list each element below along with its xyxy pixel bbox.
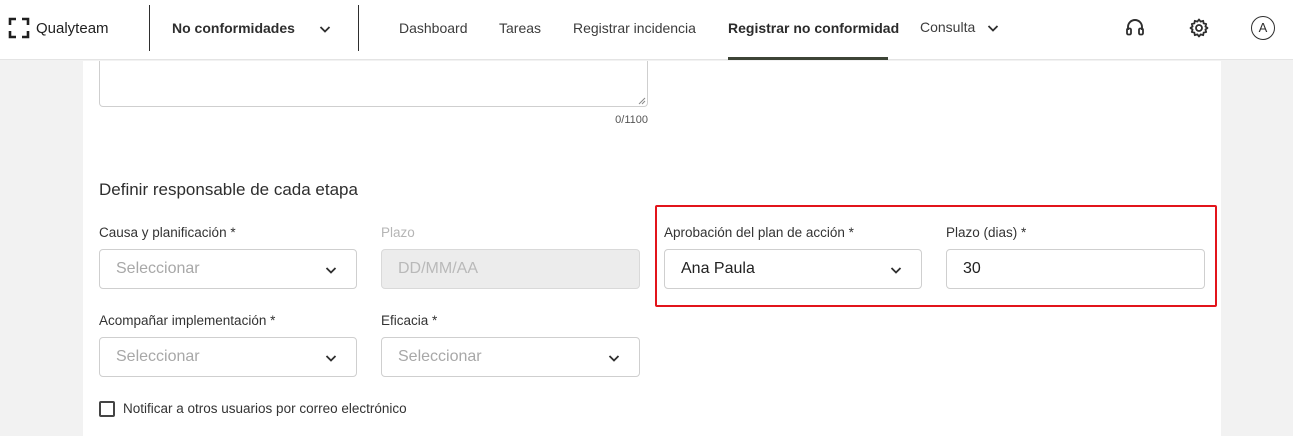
notify-checkbox[interactable] xyxy=(99,401,115,417)
logo[interactable]: Qualyteam xyxy=(8,15,109,41)
plazo-label: Plazo xyxy=(381,225,415,240)
divider xyxy=(358,5,359,51)
eficacia-label: Eficacia * xyxy=(381,313,438,328)
top-navigation-bar: Qualyteam No conformidades Dashboard Tar… xyxy=(0,0,1293,60)
notify-label[interactable]: Notificar a otros usuarios por correo el… xyxy=(123,401,407,416)
nav-registrar-no-conformidad[interactable]: Registrar no conformidad xyxy=(728,20,899,36)
nav-registrar-incidencia[interactable]: Registrar incidencia xyxy=(573,20,696,36)
divider xyxy=(149,5,150,51)
nav-tareas[interactable]: Tareas xyxy=(499,20,541,36)
avatar[interactable]: A xyxy=(1251,16,1275,40)
chevron-down-icon xyxy=(608,355,620,362)
eficacia-select[interactable]: Seleccionar xyxy=(381,337,640,377)
active-tab-indicator xyxy=(728,57,888,60)
module-selector[interactable]: No conformidades xyxy=(172,20,295,36)
character-counter: 0/1100 xyxy=(615,114,648,126)
highlight-box xyxy=(655,205,1217,307)
plazo-date-field: DD/MM/AA xyxy=(381,249,640,289)
qualyteam-logo-icon xyxy=(8,17,30,39)
gear-icon[interactable] xyxy=(1188,17,1210,39)
chevron-down-icon[interactable] xyxy=(986,21,1000,35)
causa-select[interactable]: Seleccionar xyxy=(99,249,357,289)
nav-consulta[interactable]: Consulta xyxy=(920,19,975,35)
eficacia-placeholder: Seleccionar xyxy=(398,348,482,365)
nav-dashboard[interactable]: Dashboard xyxy=(399,20,468,36)
acompanar-placeholder: Seleccionar xyxy=(116,348,200,365)
acompanar-select[interactable]: Seleccionar xyxy=(99,337,357,377)
acompanar-label: Acompañar implementación * xyxy=(99,313,276,328)
chevron-down-icon[interactable] xyxy=(318,22,332,36)
description-textarea[interactable] xyxy=(99,61,648,107)
causa-placeholder: Seleccionar xyxy=(116,260,200,277)
plazo-placeholder: DD/MM/AA xyxy=(398,260,478,277)
chevron-down-icon xyxy=(325,267,337,274)
logo-text: Qualyteam xyxy=(36,19,109,37)
causa-label: Causa y planificación * xyxy=(99,225,236,240)
resize-handle-icon[interactable] xyxy=(638,97,646,105)
headset-icon[interactable] xyxy=(1124,17,1146,39)
section-title: Definir responsable de cada etapa xyxy=(99,180,358,199)
chevron-down-icon xyxy=(325,355,337,362)
